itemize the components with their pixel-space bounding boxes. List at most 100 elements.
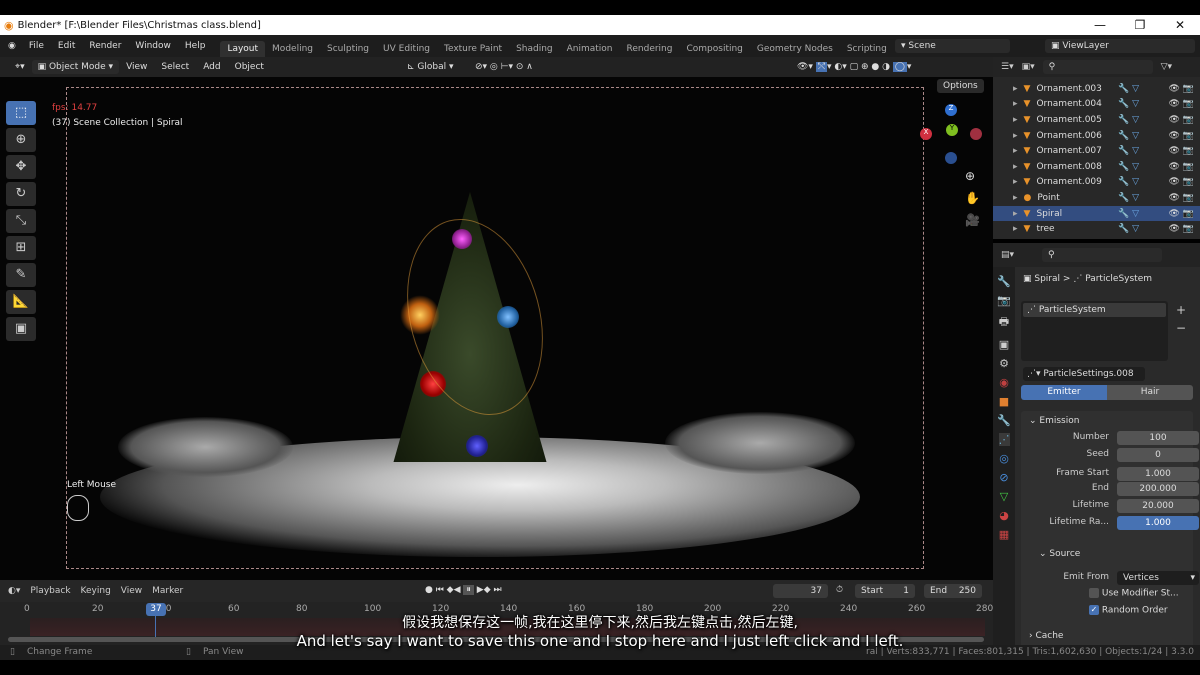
gizmo-z[interactable]: Z xyxy=(945,104,957,116)
particles-tab-icon[interactable]: ⋰ xyxy=(998,433,1010,446)
annotate-tool-icon[interactable]: ✎ xyxy=(6,263,36,287)
menu-object[interactable]: Object xyxy=(228,62,271,72)
cursor-tool-icon[interactable]: ⊕ xyxy=(6,128,36,152)
expand-arrow-icon[interactable]: ▸ xyxy=(1013,209,1018,219)
list-item[interactable]: ⋰ ParticleSystem xyxy=(1023,303,1166,317)
gizmo-y[interactable]: Y xyxy=(946,124,958,136)
menu-view[interactable]: View xyxy=(121,586,142,596)
world-tab-icon[interactable]: ◉ xyxy=(999,376,1009,389)
expand-arrow-icon[interactable]: ▸ xyxy=(1013,177,1018,187)
select-box-tool-icon[interactable]: ⬚ xyxy=(6,101,36,125)
menu-select[interactable]: Select xyxy=(154,62,196,72)
tab-compositing[interactable]: Compositing xyxy=(679,41,749,57)
menu-add[interactable]: Add xyxy=(196,62,227,72)
texture-tab-icon[interactable]: ▦ xyxy=(999,528,1009,541)
snap-icons[interactable]: ⊘▾ ◎ ⊢▾ ⊙ ∧ xyxy=(468,62,540,72)
material-tab-icon[interactable]: ◕ xyxy=(999,509,1009,522)
editor-type-icon[interactable]: ⌖▾ xyxy=(8,62,32,72)
outliner-row[interactable]: ▸ ▼ Ornament.005 🔧 ▽ 👁 📷 xyxy=(993,112,1200,128)
visibility-render-icons[interactable]: 👁 📷 xyxy=(1169,146,1195,156)
tab-rendering[interactable]: Rendering xyxy=(620,41,680,57)
maximize-button[interactable]: ❐ xyxy=(1120,15,1160,35)
tab-animation[interactable]: Animation xyxy=(560,41,620,57)
tab-shading[interactable]: Shading xyxy=(509,41,560,57)
blender-menu-icon[interactable]: ◉ xyxy=(8,41,16,51)
visibility-render-icons[interactable]: 👁 📷 xyxy=(1169,131,1195,141)
menu-window[interactable]: Window xyxy=(128,41,178,51)
tab-modeling[interactable]: Modeling xyxy=(265,41,320,57)
pan-hand-icon[interactable]: ✋ xyxy=(965,191,980,205)
output-tab-icon[interactable]: 🖶 xyxy=(999,313,1009,332)
outliner-row[interactable]: ▸ ▼ Ornament.003 🔧 ▽ 👁 📷 xyxy=(993,81,1200,97)
close-button[interactable]: ✕ xyxy=(1160,15,1200,35)
menu-view[interactable]: View xyxy=(119,62,154,72)
end-frame-field[interactable]: End 250 xyxy=(924,584,982,598)
transform-orientation[interactable]: ⊾ Global ▾ xyxy=(400,62,461,72)
visibility-render-icons[interactable]: 👁 📷 xyxy=(1169,162,1195,172)
visibility-render-icons[interactable]: 👁 📷 xyxy=(1169,99,1195,109)
visibility-render-icons[interactable]: 👁 📷 xyxy=(1169,115,1195,125)
object-tab-icon[interactable]: ■ xyxy=(999,395,1009,408)
field-seed[interactable]: 0 xyxy=(1117,448,1199,462)
properties-search-input[interactable]: ⚲ xyxy=(1042,248,1163,262)
menu-playback[interactable]: Playback xyxy=(30,586,70,596)
menu-marker[interactable]: Marker xyxy=(152,586,183,596)
tab-scripting[interactable]: Scripting xyxy=(840,41,894,57)
outliner-filter-view-icon[interactable]: ▣▾ xyxy=(1022,62,1035,72)
visibility-render-icons[interactable]: 👁 📷 xyxy=(1169,209,1195,219)
visibility-render-icons[interactable]: 👁 📷 xyxy=(1169,193,1195,203)
data-tab-icon[interactable]: ▽ xyxy=(1000,490,1008,503)
scale-tool-icon[interactable]: ⤡ xyxy=(6,209,36,233)
shading-icons[interactable]: 👁▾ ⤲ ▾ ◐▾ ▢ ⊕ ● ◑ ◯ ▾ xyxy=(790,62,918,72)
measure-tool-icon[interactable]: 📐 xyxy=(6,290,36,314)
outliner-search-input[interactable]: ⚲ xyxy=(1042,60,1153,74)
outliner-row[interactable]: ▸ ▼ tree 🔧 ▽ 👁 📷 xyxy=(993,221,1200,237)
expand-arrow-icon[interactable]: ▸ xyxy=(1013,99,1018,109)
menu-keying[interactable]: Keying xyxy=(81,586,111,596)
emission-header[interactable]: ⌄ Emission xyxy=(1021,411,1193,431)
editor-type-icon[interactable]: ▤▾ xyxy=(1001,250,1014,260)
tab-texture-paint[interactable]: Texture Paint xyxy=(437,41,509,57)
expand-arrow-icon[interactable]: ▸ xyxy=(1013,115,1018,125)
visibility-render-icons[interactable]: 👁 📷 xyxy=(1169,177,1195,187)
options-button[interactable]: Options xyxy=(937,79,984,93)
source-header[interactable]: ⌄ Source xyxy=(1039,549,1080,559)
view-layer-tab-icon[interactable]: ▣ xyxy=(999,338,1009,351)
expand-arrow-icon[interactable]: ▸ xyxy=(1013,131,1018,141)
gizmo-x[interactable]: X xyxy=(920,128,932,140)
outliner-row[interactable]: ▸ ▼ Ornament.006 🔧 ▽ 👁 📷 xyxy=(993,128,1200,144)
outliner-row[interactable]: ▸ ▼ Ornament.004 🔧 ▽ 👁 📷 xyxy=(993,97,1200,113)
use-modifier-checkbox[interactable]: Use Modifier St... xyxy=(1089,588,1179,599)
list-add-remove[interactable]: + − xyxy=(1176,301,1186,337)
outliner-display-mode-icon[interactable]: ☰▾ xyxy=(1001,62,1014,72)
visibility-render-icons[interactable]: 👁 📷 xyxy=(1169,84,1195,94)
3d-viewport[interactable]: fps: 14.77 (37) Scene Collection | Spira… xyxy=(0,77,993,580)
add-cube-tool-icon[interactable]: ▣ xyxy=(6,317,36,341)
menu-help[interactable]: Help xyxy=(178,41,213,51)
tab-layout[interactable]: Layout xyxy=(220,41,266,57)
particle-settings-selector[interactable]: ⋰▾ ParticleSettings.008 xyxy=(1023,367,1145,381)
menu-render[interactable]: Render xyxy=(82,41,128,51)
visibility-render-icons[interactable]: 👁 📷 xyxy=(1169,224,1195,234)
field-end[interactable]: 200.000 xyxy=(1117,482,1199,496)
constraints-tab-icon[interactable]: ⊘ xyxy=(999,471,1008,484)
emit-from-dropdown[interactable]: Vertices ▾ xyxy=(1117,571,1199,585)
scene-tab-icon[interactable]: ⚙ xyxy=(999,357,1009,370)
expand-arrow-icon[interactable]: ▸ xyxy=(1013,224,1018,234)
view-layer-selector[interactable]: ▣ ViewLayer xyxy=(1045,39,1195,53)
navigation-gizmo[interactable]: Z Y X xyxy=(918,102,984,168)
tab-geometry-nodes[interactable]: Geometry Nodes xyxy=(750,41,840,57)
tool-tab-icon[interactable]: 🔧 xyxy=(997,275,1011,288)
modifier-tab-icon[interactable]: 🔧 xyxy=(997,414,1011,427)
outliner-row[interactable]: ▸ ▼ Ornament.008 🔧 ▽ 👁 📷 xyxy=(993,159,1200,175)
field-lifetime-ra-[interactable]: 1.000 xyxy=(1117,516,1199,530)
expand-arrow-icon[interactable]: ▸ xyxy=(1013,146,1018,156)
tab-uv-editing[interactable]: UV Editing xyxy=(376,41,437,57)
current-frame-field[interactable]: 37 xyxy=(773,584,828,598)
camera-view-icon[interactable]: 🎥 xyxy=(965,213,980,227)
filter-icon[interactable]: ▽▾ xyxy=(1161,62,1172,72)
expand-arrow-icon[interactable]: ▸ xyxy=(1013,193,1018,203)
outliner-row[interactable]: ▸ ▼ Ornament.009 🔧 ▽ 👁 📷 xyxy=(993,175,1200,191)
rotate-tool-icon[interactable]: ↻ xyxy=(6,182,36,206)
menu-edit[interactable]: Edit xyxy=(51,41,82,51)
